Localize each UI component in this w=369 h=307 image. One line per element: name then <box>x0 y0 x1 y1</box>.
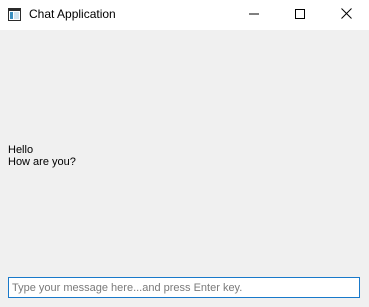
window-title: Chat Application <box>29 7 116 21</box>
close-button[interactable] <box>323 0 369 30</box>
maximize-button[interactable] <box>277 0 323 30</box>
close-icon <box>340 6 352 24</box>
message-input[interactable] <box>9 278 359 297</box>
minimize-icon <box>249 6 259 24</box>
chat-window: Chat Application Hello How are you? Type… <box>0 0 369 307</box>
app-window-icon <box>8 8 21 21</box>
minimize-button[interactable] <box>231 0 277 30</box>
message-input-container <box>8 277 360 298</box>
title-bar[interactable]: Chat Application <box>0 0 369 30</box>
message-list: Hello How are you? <box>8 144 76 168</box>
maximize-icon <box>295 6 305 24</box>
message-item: Hello <box>8 144 34 156</box>
message-item: How are you? <box>8 156 76 168</box>
